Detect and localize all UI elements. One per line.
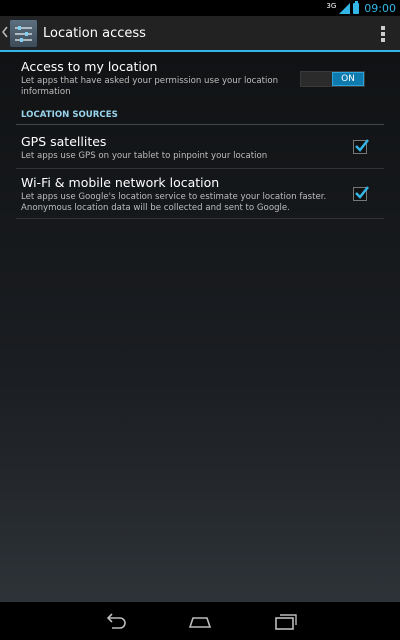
gps-checkbox[interactable] <box>353 139 369 154</box>
location-access-toggle[interactable]: ON <box>300 71 365 87</box>
action-bar: Location access <box>0 16 400 52</box>
chevron-left-icon[interactable] <box>1 24 9 40</box>
recent-apps-icon[interactable] <box>274 611 298 631</box>
page-title: Location access <box>43 26 146 41</box>
overflow-menu-icon[interactable] <box>381 26 385 42</box>
battery-icon <box>353 0 360 14</box>
gps-satellites-row[interactable]: GPS satellites Let apps use GPS on your … <box>16 134 384 162</box>
status-bar: 3G 09:00 <box>0 0 400 16</box>
wifi-checkbox[interactable] <box>353 186 369 201</box>
wifi-location-row[interactable]: Wi-Fi & mobile network location Let apps… <box>16 175 384 214</box>
navigation-bar <box>0 602 400 640</box>
status-icons: 3G 09:00 <box>326 0 396 16</box>
checkmark-icon <box>355 139 369 152</box>
network-type-label: 3G <box>326 1 337 10</box>
settings-list: Access to my location Let apps that have… <box>0 52 400 602</box>
signal-strength-icon <box>339 2 351 14</box>
section-divider <box>16 124 384 125</box>
wifi-title: Wi-Fi & mobile network location <box>21 175 220 190</box>
checkmark-icon <box>355 186 369 199</box>
home-icon[interactable] <box>188 611 212 631</box>
wifi-description: Let apps use Google's location service t… <box>21 192 327 213</box>
row-divider <box>16 218 384 219</box>
settings-sliders-icon[interactable] <box>9 19 38 48</box>
back-icon[interactable] <box>103 611 127 631</box>
row-divider <box>16 168 384 169</box>
toggle-on-label: ON <box>332 72 364 86</box>
status-clock: 09:00 <box>364 1 396 15</box>
gps-description: Let apps use GPS on your tablet to pinpo… <box>21 151 268 161</box>
section-header-location-sources: LOCATION SOURCES <box>21 110 118 120</box>
gps-title: GPS satellites <box>21 134 107 149</box>
access-location-description: Let apps that have asked your permission… <box>21 76 279 97</box>
